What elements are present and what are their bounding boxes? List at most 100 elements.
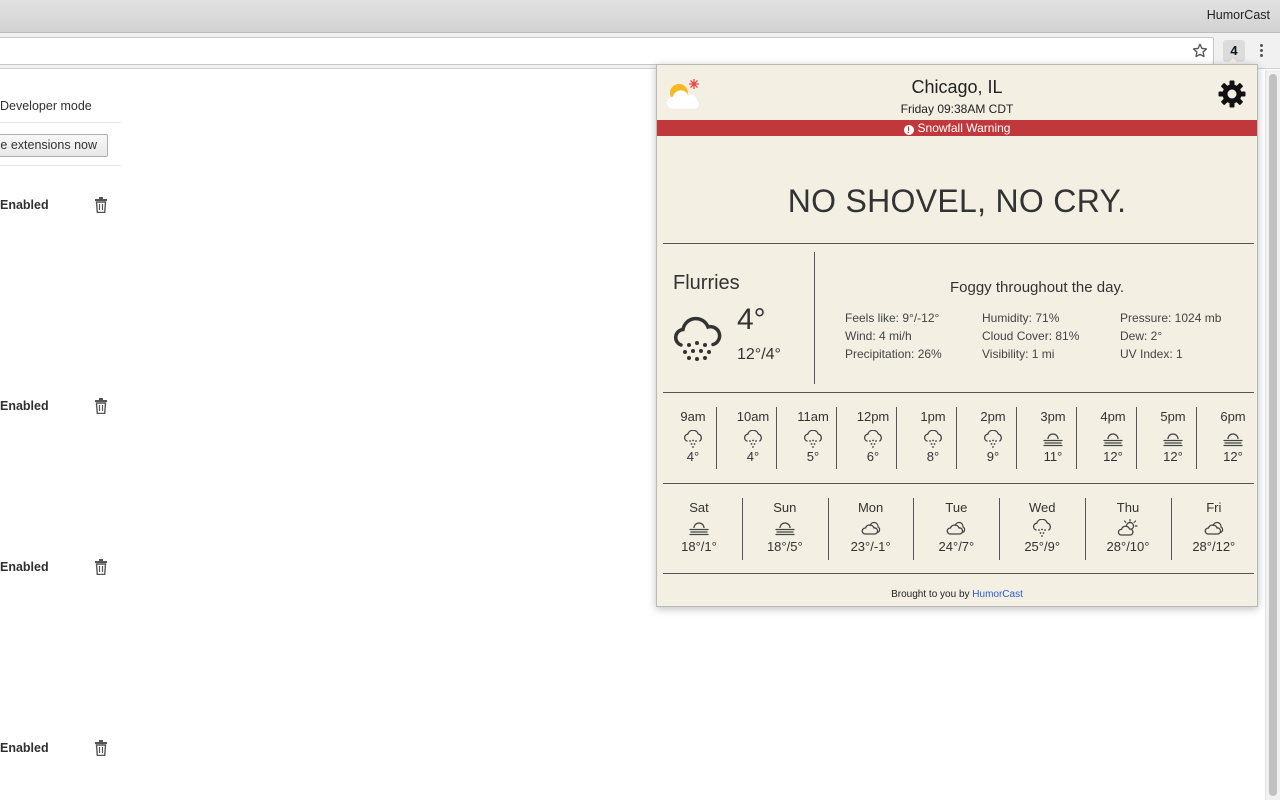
day-label: Tue — [945, 500, 968, 515]
settings-gear-icon[interactable] — [1217, 79, 1247, 109]
datetime-label: Friday 09:38AM CDT — [900, 102, 1014, 116]
snow-icon — [862, 429, 884, 448]
feels-like: Feels like: 9°/-12° — [845, 311, 940, 325]
hour-temperature: 11° — [1043, 449, 1063, 464]
snow-icon — [742, 429, 764, 448]
trash-icon[interactable] — [94, 398, 108, 414]
fog-icon — [1162, 430, 1184, 448]
hour-label: 9am — [680, 409, 706, 424]
enabled-checkbox-label[interactable]: Enabled — [0, 741, 49, 755]
day-temperature: 18°/5° — [766, 539, 803, 554]
hour-temperature: 4° — [686, 449, 700, 464]
daily-item: Thu 28°/10° — [1085, 498, 1171, 560]
day-temperature: 24°/7° — [938, 539, 975, 554]
hourly-forecast: 9am 4° 10am 4° 11am 5° 12pm 6° 1pm 8° 2pm 9° 3pm 11° 4… — [663, 407, 1254, 471]
fog-icon — [688, 519, 710, 537]
weather-alert-banner[interactable]: ! Snowfall Warning — [657, 120, 1257, 136]
divider — [999, 498, 1001, 560]
location-title: Chicago, IL — [911, 77, 1003, 97]
current-high-low: 12°/4° — [737, 346, 781, 363]
trash-icon[interactable] — [94, 559, 108, 575]
hourly-item: 1pm 8° — [903, 407, 963, 469]
alert-text: Snowfall Warning — [917, 121, 1011, 135]
day-temperature: 23°/-1° — [850, 539, 891, 554]
day-label: Mon — [857, 500, 884, 515]
daily-forecast: Sat 18°/1° Sun 18°/5° Mon 23°/-1° Tue 24°/7° Wed… — [663, 498, 1254, 562]
day-label: Sun — [773, 500, 797, 515]
divider — [776, 407, 777, 469]
divider — [0, 122, 121, 123]
hour-label: 1pm — [920, 409, 946, 424]
divider — [896, 407, 897, 469]
snow-icon — [922, 429, 944, 448]
scrollbar-thumb[interactable] — [1269, 74, 1277, 796]
enabled-checkbox-label[interactable]: Enabled — [0, 560, 49, 574]
developer-mode-label[interactable]: Developer mode — [0, 99, 92, 113]
enabled-checkbox-label[interactable]: Enabled — [0, 198, 49, 212]
hourly-item: 10am 4° — [723, 407, 783, 469]
precipitation: Precipitation: 26% — [845, 347, 942, 361]
daily-item: Sat 18°/1° — [656, 498, 742, 560]
address-bar[interactable] — [0, 37, 1214, 65]
cloudy-icon — [860, 519, 882, 537]
hour-temperature: 5° — [806, 449, 820, 464]
day-temperature: 18°/1° — [681, 539, 717, 554]
trash-icon[interactable] — [94, 740, 108, 756]
humor-headline: NO SHOVEL, NO CRY. — [787, 183, 1127, 219]
divider — [663, 483, 1254, 484]
hourly-item: 9am 4° — [663, 407, 723, 469]
partly-sunny-icon — [1117, 518, 1139, 537]
divider — [1170, 498, 1172, 560]
snow-icon — [982, 429, 1004, 448]
daily-summary: Foggy throughout the day. — [949, 279, 1124, 296]
divider — [1016, 407, 1017, 469]
humorcast-link[interactable]: HumorCast — [972, 589, 1023, 600]
day-temperature: 25°/9° — [1024, 539, 1061, 554]
uv-index: UV Index: 1 — [1120, 347, 1183, 361]
divider — [1136, 407, 1137, 469]
footer-text: Brought to you by — [891, 589, 970, 600]
hour-label: 4pm — [1100, 409, 1126, 424]
daily-item: Fri 28°/12° — [1171, 498, 1257, 560]
snow-icon — [802, 429, 824, 448]
divider — [814, 252, 815, 384]
divider — [1076, 407, 1077, 469]
divider — [836, 407, 837, 469]
hour-temperature: 8° — [926, 449, 940, 464]
snow-icon — [1031, 518, 1053, 537]
daily-item: Sun 18°/5° — [742, 498, 828, 560]
divider — [741, 498, 743, 560]
fog-icon — [1222, 430, 1244, 448]
trash-icon[interactable] — [94, 197, 108, 213]
divider — [0, 165, 121, 166]
weather-popup: Chicago, IL Friday 09:38AM CDT ! Snowfall… — [656, 64, 1258, 607]
hour-label: 11am — [797, 409, 829, 424]
hourly-item: 12pm 6° — [843, 407, 903, 469]
hourly-item: 3pm 11° — [1023, 407, 1083, 469]
hour-temperature: 9° — [986, 449, 1000, 464]
humidity: Humidity: 71% — [982, 311, 1060, 325]
divider — [663, 243, 1254, 244]
alert-icon: ! — [903, 125, 914, 135]
hour-temperature: 12° — [1163, 449, 1183, 464]
divider — [956, 407, 957, 469]
fog-icon — [1102, 430, 1124, 448]
bookmark-star-icon[interactable] — [1191, 42, 1209, 60]
day-label: Wed — [1028, 500, 1056, 515]
divider — [716, 407, 717, 469]
hour-label: 10am — [736, 409, 770, 424]
snow-icon — [682, 429, 704, 448]
app-title: HumorCast — [1206, 8, 1270, 22]
browser-menu-icon[interactable] — [1256, 43, 1266, 61]
visibility: Visibility: 1 mi — [982, 347, 1055, 361]
enabled-checkbox-label[interactable]: Enabled — [0, 399, 49, 413]
cloud-cover: Cloud Cover: 81% — [982, 329, 1080, 343]
hour-label: 2pm — [980, 409, 1006, 424]
update-extensions-button[interactable]: e extensions now — [0, 134, 108, 157]
day-temperature: 28°/10° — [1106, 539, 1150, 554]
hourly-item: 6pm 12° — [1203, 407, 1263, 469]
page-scrollbar[interactable] — [1265, 70, 1280, 800]
dew-point: Dew: 2° — [1120, 329, 1163, 343]
fog-icon — [774, 519, 796, 537]
day-label: Thu — [1116, 500, 1140, 515]
